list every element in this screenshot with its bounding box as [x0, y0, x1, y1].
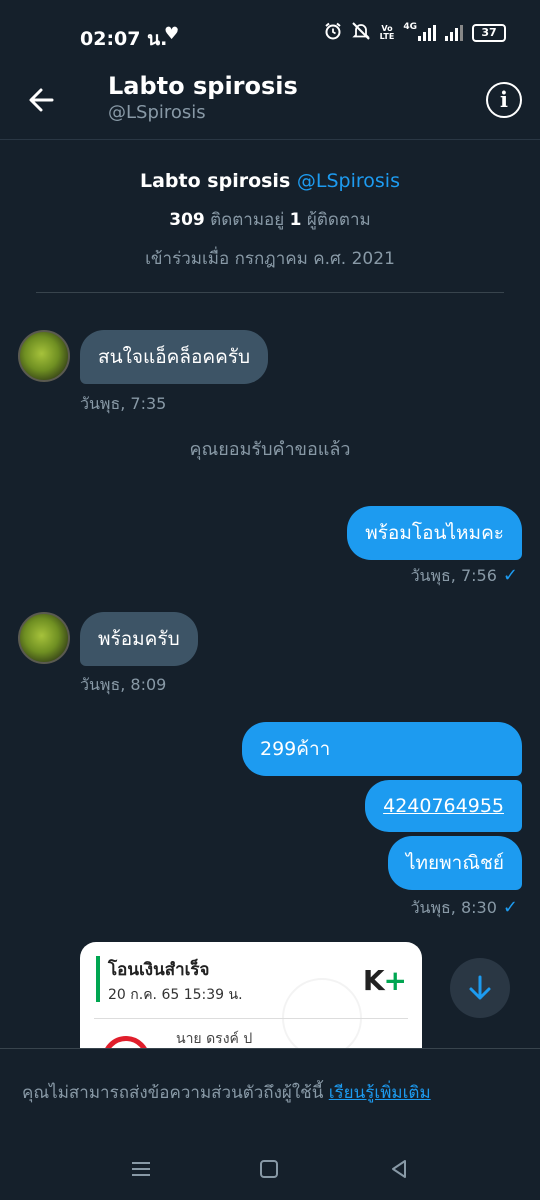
arrow-down-icon: [469, 975, 491, 1000]
bell-off-icon: [351, 22, 371, 44]
alarm-icon: [324, 22, 342, 44]
status-time: 02:07 น.: [80, 28, 168, 50]
slip-accent-bar: [96, 956, 100, 1002]
logo-plus: +: [383, 964, 407, 997]
message-text: 299ค้าา: [260, 738, 331, 760]
message-timestamp: วันพุธ, 8:30 ✓: [411, 896, 518, 921]
signal-icon-2: [445, 25, 463, 41]
heart-icon: ♥: [164, 24, 180, 44]
back-nav-button[interactable]: [384, 1154, 414, 1184]
triangle-back-icon: [392, 1160, 406, 1178]
message-text: ไทยพาณิชย์: [405, 852, 504, 874]
check-icon: ✓: [502, 897, 518, 918]
logo-k: K: [362, 964, 385, 997]
profile-name-line[interactable]: Labto spirosis @LSpirosis: [0, 170, 540, 192]
arrow-left-icon: [29, 88, 54, 112]
slip-sender-name: นาย ดรงค์ ป: [176, 1031, 253, 1047]
avatar[interactable]: [18, 612, 70, 664]
conversation-header: Labto spirosis @LSpirosis i: [0, 60, 540, 140]
followers-count: 1: [289, 210, 302, 230]
back-button[interactable]: [24, 82, 60, 118]
message-bubble-incoming[interactable]: สนใจแอ็คล็อคครับ: [80, 330, 269, 384]
message-timestamp: วันพุธ, 8:09: [80, 675, 167, 694]
message-timestamp: วันพุธ, 7:35: [80, 394, 167, 413]
message-timestamp: วันพุธ, 7:56 ✓: [411, 564, 518, 589]
message-bubble-outgoing[interactable]: 4240764955: [365, 780, 522, 832]
volte-bottom: LTE: [379, 32, 395, 41]
slip-date: 20 ก.ค. 65 15:39 น.: [108, 987, 243, 1003]
followers-label: ผู้ติดตาม: [306, 210, 371, 230]
message-bubble-outgoing[interactable]: พร้อมโอนไหมคะ: [347, 506, 522, 560]
message-bubble-incoming[interactable]: พร้อมครับ: [80, 612, 198, 666]
message-link[interactable]: 4240764955: [383, 795, 504, 817]
following-label: ติดตามอยู่: [210, 210, 285, 230]
recent-apps-button[interactable]: [126, 1154, 156, 1184]
battery-icon: 37: [472, 24, 506, 42]
scroll-to-bottom-button[interactable]: [450, 958, 510, 1018]
kplus-logo: K+: [362, 964, 407, 997]
system-nav-bar: [0, 1138, 540, 1200]
slip-title: โอนเงินสำเร็จ: [108, 960, 210, 980]
square-icon: [260, 1160, 278, 1178]
slip-separator: [94, 1018, 408, 1019]
message-bubble-outgoing[interactable]: ไทยพาณิชย์: [387, 836, 522, 890]
header-name[interactable]: Labto spirosis: [108, 72, 298, 100]
status-icons: Vo LTE 4G 37: [324, 22, 506, 44]
message-text: สนใจแอ็คล็อคครับ: [98, 346, 251, 368]
check-icon: ✓: [502, 565, 518, 586]
message-time: วันพุธ, 7:56: [410, 566, 497, 585]
info-icon: i: [500, 87, 508, 112]
divider: [36, 292, 504, 293]
menu-icon: [132, 1162, 150, 1176]
following-count: 309: [169, 210, 205, 230]
home-button[interactable]: [254, 1154, 284, 1184]
system-message: คุณยอมรับคำขอแล้ว: [189, 439, 351, 460]
header-handle[interactable]: @LSpirosis: [108, 102, 206, 123]
transfer-slip-image[interactable]: โอนเงินสำเร็จ 20 ก.ค. 65 15:39 น. K+ นาย…: [80, 942, 422, 1048]
volte-indicator: Vo LTE: [380, 25, 395, 41]
info-button[interactable]: i: [486, 82, 522, 118]
message-text: พร้อมโอนไหมคะ: [365, 522, 504, 544]
learn-more-link[interactable]: เรียนรู้เพิ่มเติม: [329, 1083, 431, 1103]
message-time: วันพุธ, 8:30: [410, 898, 497, 917]
watermark-seal: [282, 978, 362, 1048]
signal-icon: [418, 25, 436, 41]
network-type: 4G: [403, 22, 417, 32]
notice-text: คุณไม่สามารถส่งข้อความส่วนตัวถึงผู้ใช้นี…: [22, 1083, 324, 1103]
profile-summary: Labto spirosis @LSpirosis 309 ติดตามอยู่…: [0, 170, 540, 272]
follow-stats: 309 ติดตามอยู่ 1 ผู้ติดตาม: [0, 206, 540, 233]
bank-logo-circle: [102, 1036, 150, 1048]
notice-text-line: คุณไม่สามารถส่งข้อความส่วนตัวถึงผู้ใช้นี…: [22, 1079, 431, 1106]
message-bubble-outgoing[interactable]: 299ค้าา: [242, 722, 522, 776]
profile-handle: @LSpirosis: [296, 170, 400, 192]
profile-name: Labto spirosis: [140, 170, 291, 192]
avatar[interactable]: [18, 330, 70, 382]
dm-disabled-notice: คุณไม่สามารถส่งข้อความส่วนตัวถึงผู้ใช้นี…: [0, 1048, 540, 1138]
joined-date: เข้าร่วมเมื่อ กรกฎาคม ค.ศ. 2021: [145, 249, 395, 269]
message-text: พร้อมครับ: [98, 628, 180, 650]
